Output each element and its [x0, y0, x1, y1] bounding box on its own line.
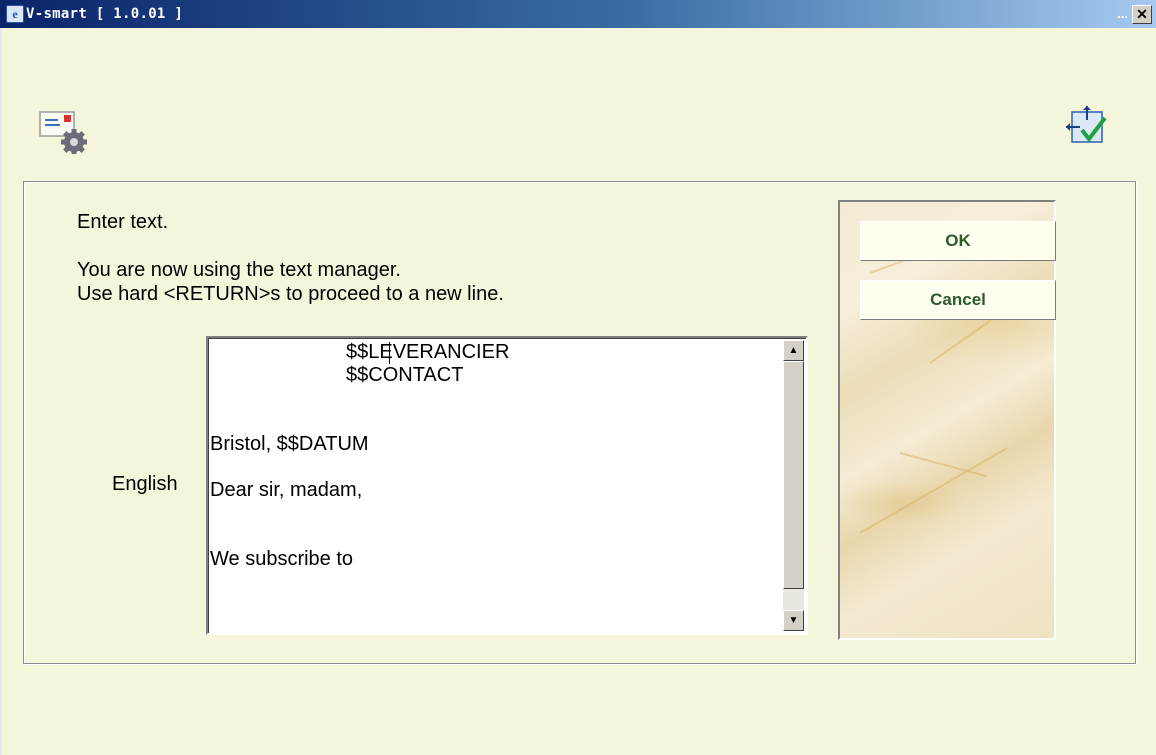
- letter-text: $$LEVERANCIER $$CONTACT Bristol, $$DATUM…: [210, 341, 780, 571]
- scroll-down-icon[interactable]: ▼: [783, 610, 804, 631]
- text-line: [210, 387, 780, 410]
- text-cursor: [389, 342, 390, 364]
- text-line: $$CONTACT: [346, 364, 464, 386]
- cancel-button[interactable]: Cancel: [860, 280, 1056, 320]
- window-title: V-smart [ 1.0.01 ]: [26, 6, 184, 22]
- text-line: [210, 525, 780, 548]
- scroll-up-icon[interactable]: ▲: [783, 340, 804, 361]
- text-line: Dear sir, madam,: [210, 479, 363, 501]
- vertical-scrollbar[interactable]: ▲ ▼: [783, 340, 804, 631]
- title-overflow: ...: [1117, 6, 1128, 21]
- language-label: English: [112, 473, 178, 495]
- scroll-track[interactable]: [783, 589, 804, 610]
- mail-settings-icon[interactable]: [38, 106, 90, 154]
- fit-window-check-icon[interactable]: [1066, 106, 1110, 146]
- text-line: $$LEVERANCIER: [346, 341, 510, 363]
- text-line: Bristol, $$DATUM: [210, 433, 369, 455]
- dialog-heading: Enter text.: [77, 211, 169, 233]
- text-line: We subscribe to: [210, 548, 354, 570]
- text-line: [210, 410, 780, 433]
- ok-button[interactable]: OK: [860, 221, 1056, 261]
- info-line-2: Use hard <RETURN>s to proceed to a new l…: [77, 283, 504, 305]
- close-button[interactable]: ✕: [1132, 5, 1152, 24]
- letter-text-area[interactable]: $$LEVERANCIER $$CONTACT Bristol, $$DATUM…: [206, 336, 808, 635]
- text-line: [210, 502, 780, 525]
- info-line-1: You are now using the text manager.: [77, 259, 401, 281]
- title-bar: e V-smart [ 1.0.01 ] ... ✕: [0, 0, 1156, 28]
- scroll-thumb[interactable]: [783, 361, 804, 589]
- app-icon: e: [6, 5, 24, 23]
- button-side-panel: [838, 200, 1056, 640]
- text-line: [210, 456, 780, 479]
